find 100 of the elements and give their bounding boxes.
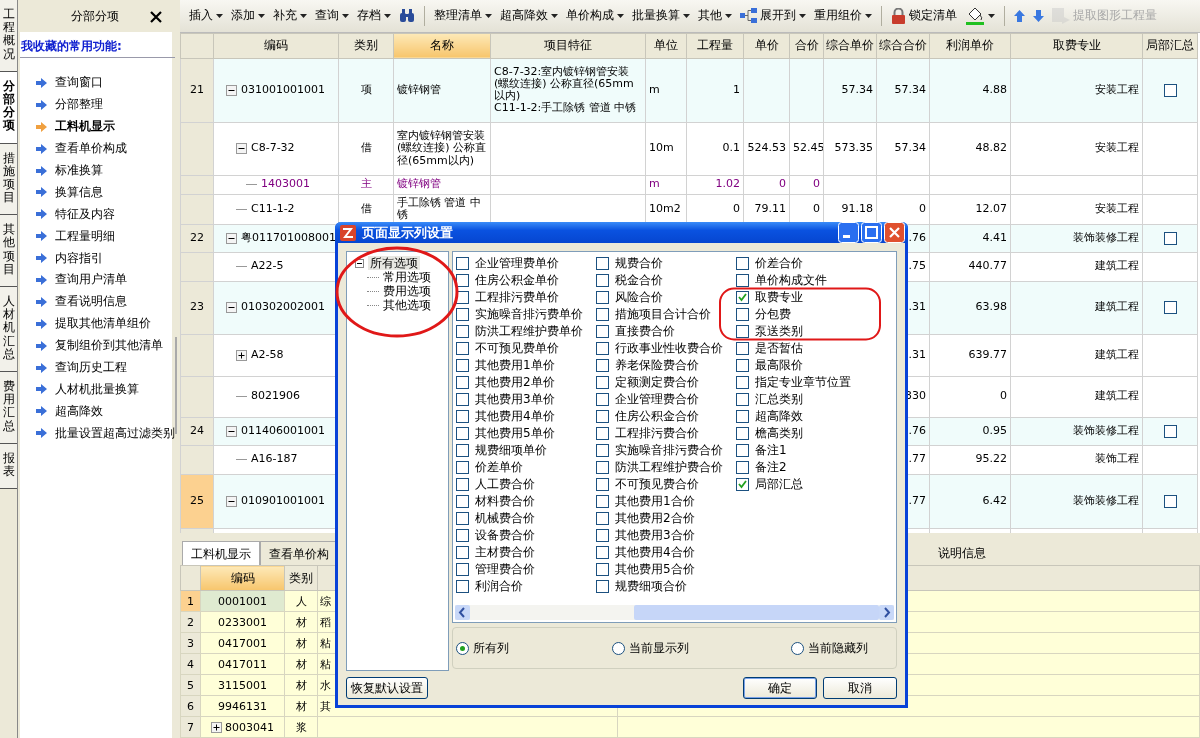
checkbox[interactable] <box>456 546 469 559</box>
menu-button[interactable]: 批量换算 <box>629 5 693 27</box>
tree-item[interactable]: 常用选项 <box>381 270 433 284</box>
column-option[interactable]: 人工费合价 <box>456 476 596 493</box>
checkbox[interactable] <box>736 410 749 423</box>
checkbox[interactable] <box>596 325 609 338</box>
menu-button[interactable]: 重用组价 <box>811 5 875 27</box>
collapse-icon[interactable] <box>355 258 364 268</box>
checkbox[interactable] <box>736 444 749 457</box>
radio-option[interactable]: 当前显示列 <box>611 639 689 657</box>
menu-button[interactable]: 单价构成 <box>563 5 627 27</box>
cancel-button[interactable]: 取消 <box>823 677 897 699</box>
tree-item[interactable]: 其他选项 <box>381 298 433 312</box>
panel-tab[interactable]: 查看单价构 <box>260 541 338 565</box>
column-option[interactable]: 超高降效 <box>736 408 896 425</box>
collapse-icon[interactable] <box>226 84 237 96</box>
column-header[interactable]: 工程量 <box>686 33 744 59</box>
vertical-tab[interactable]: 其他项目 <box>0 215 17 287</box>
move-down-button[interactable] <box>1030 7 1047 24</box>
favorite-link[interactable]: 查询窗口 <box>20 72 175 94</box>
checkbox[interactable] <box>596 291 609 304</box>
tree-item[interactable]: 费用选项 <box>381 284 433 298</box>
column-option[interactable]: 价差单价 <box>456 459 596 476</box>
column-header[interactable]: 编码 <box>200 565 285 591</box>
column-header[interactable]: 综合单价 <box>823 33 877 59</box>
row-number-cell[interactable]: 4 <box>180 653 201 675</box>
column-option[interactable]: 税金合价 <box>596 272 736 289</box>
collapse-icon[interactable] <box>226 425 237 437</box>
column-option[interactable]: 利润合价 <box>456 578 596 595</box>
column-option[interactable]: 实施噪音排污费单价 <box>456 306 596 323</box>
checkbox[interactable] <box>1163 231 1177 245</box>
favorite-link[interactable]: 查询用户清单 <box>20 269 175 291</box>
checkbox[interactable] <box>736 274 749 287</box>
ok-button[interactable]: 确定 <box>743 677 817 699</box>
column-option[interactable]: 规费细项合价 <box>596 578 736 595</box>
checkbox[interactable] <box>456 478 469 491</box>
column-option[interactable]: 是否暂估 <box>736 340 896 357</box>
lock-button[interactable]: 锁定清单 <box>888 5 960 27</box>
checkbox[interactable] <box>596 512 609 525</box>
column-header[interactable]: 名称 <box>393 33 491 59</box>
row-number-cell[interactable]: 25 <box>180 474 214 529</box>
favorite-link[interactable]: 查看单价构成 <box>20 137 175 160</box>
favorite-link[interactable]: 查询历史工程 <box>20 356 175 379</box>
column-header[interactable]: 合价 <box>789 33 824 59</box>
checkbox[interactable] <box>596 427 609 440</box>
checkbox[interactable] <box>736 359 749 372</box>
favorite-link[interactable]: 换算信息 <box>20 181 175 204</box>
maximize-button[interactable] <box>861 222 882 243</box>
menu-button[interactable]: 整理清单 <box>431 5 495 27</box>
radio-button[interactable] <box>791 641 804 655</box>
checkbox[interactable] <box>596 461 609 474</box>
checkbox[interactable] <box>456 461 469 474</box>
checkbox[interactable] <box>596 478 609 491</box>
column-option[interactable]: 风险合价 <box>596 289 736 306</box>
checkbox[interactable] <box>736 376 749 389</box>
checkbox[interactable] <box>736 257 749 270</box>
column-option[interactable]: 定额测定费合价 <box>596 374 736 391</box>
collapse-icon[interactable] <box>226 232 237 244</box>
checkbox[interactable] <box>456 529 469 542</box>
column-header[interactable]: 局部汇总 <box>1142 33 1198 59</box>
checkbox[interactable] <box>596 495 609 508</box>
menu-button[interactable]: 查询 <box>312 5 352 27</box>
column-header[interactable]: 编码 <box>213 33 339 59</box>
expand-icon[interactable] <box>211 721 222 733</box>
scrollbar-thumb[interactable] <box>175 337 177 434</box>
checkbox[interactable] <box>456 376 469 389</box>
checkbox[interactable] <box>736 461 749 474</box>
favorite-link[interactable]: 工料机显示 <box>20 115 175 138</box>
column-header[interactable]: 类别 <box>338 33 394 59</box>
horizontal-scrollbar[interactable] <box>455 605 894 620</box>
checkbox[interactable] <box>736 478 749 491</box>
column-option[interactable]: 企业管理费单价 <box>456 255 596 272</box>
checkbox[interactable] <box>596 257 609 270</box>
column-option[interactable]: 不可预见费单价 <box>456 340 596 357</box>
row-number-cell[interactable]: 21 <box>180 58 214 123</box>
column-option[interactable]: 规费细项单价 <box>456 442 596 459</box>
row-number-cell[interactable]: 22 <box>180 224 214 253</box>
checkbox[interactable] <box>596 342 609 355</box>
row-number-cell[interactable] <box>180 252 214 282</box>
favorite-link[interactable]: 工程量明细 <box>20 225 175 248</box>
row-number-cell[interactable] <box>180 445 214 475</box>
column-option[interactable]: 泵送类别 <box>736 323 896 340</box>
row-number-cell[interactable]: 5 <box>180 674 201 696</box>
checkbox[interactable] <box>596 359 609 372</box>
row-number-cell[interactable] <box>180 376 214 418</box>
checkbox[interactable] <box>1163 494 1177 508</box>
checkbox[interactable] <box>596 308 609 321</box>
checkbox[interactable] <box>456 359 469 372</box>
checkbox[interactable] <box>456 495 469 508</box>
vertical-tab[interactable]: 报表 <box>0 443 17 490</box>
row-number-cell[interactable]: 7 <box>180 716 201 738</box>
reset-button[interactable]: 恢复默认设置 <box>346 677 428 699</box>
column-option[interactable]: 其他费用3合价 <box>596 527 736 544</box>
menu-button[interactable]: 添加 <box>228 5 268 27</box>
menu-button[interactable]: 超高降效 <box>497 5 561 27</box>
favorite-link[interactable]: 内容指引 <box>20 247 175 269</box>
column-option[interactable]: 取费专业 <box>736 289 896 306</box>
row-number-cell[interactable] <box>180 122 214 176</box>
row-number-cell[interactable]: 23 <box>180 281 214 335</box>
checkbox[interactable] <box>736 308 749 321</box>
